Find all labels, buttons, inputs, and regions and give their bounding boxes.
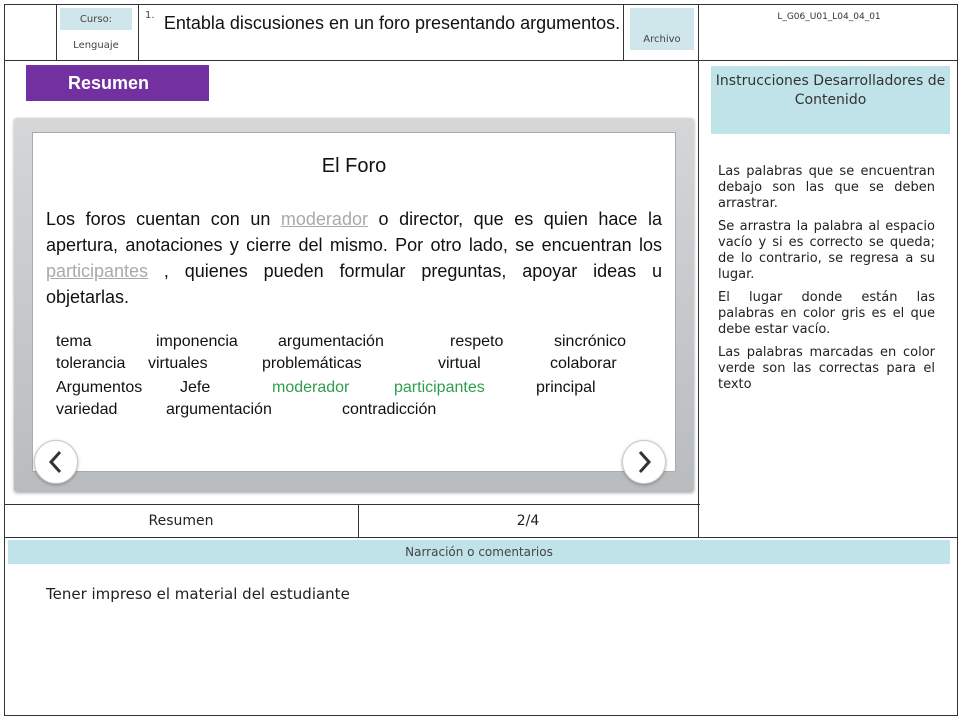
instructions-title: Instrucciones Desarrolladores de Conteni… <box>711 66 950 134</box>
next-button[interactable] <box>622 440 666 484</box>
draggable-word[interactable]: argumentación <box>166 401 272 419</box>
draggable-word-correct[interactable]: moderador <box>272 379 349 397</box>
item-number: 1. <box>145 10 155 21</box>
page-indicator: 2/4 <box>516 513 540 529</box>
chevron-right-icon <box>638 450 652 474</box>
narration-header: Narración o comentarios <box>8 540 950 564</box>
prev-button[interactable] <box>34 440 78 484</box>
curso-label: Curso: <box>60 8 132 30</box>
resource-code: L_G06_U01_L04_04_01 <box>777 12 881 22</box>
instructions-body: Las palabras que se encuentran debajo so… <box>718 164 935 400</box>
instruction-paragraph: Las palabras marcadas en color verde son… <box>718 345 935 392</box>
paragraph-text-1: Los foros cuentan con un <box>46 209 281 229</box>
draggable-word[interactable]: sincrónico <box>554 333 626 351</box>
page-title: Entabla discusiones en un foro presentan… <box>163 13 621 33</box>
slide-title: El Foro <box>321 155 387 177</box>
draggable-word-correct[interactable]: participantes <box>394 379 485 397</box>
draggable-word[interactable]: Argumentos <box>56 379 142 397</box>
drop-gap-moderador[interactable]: moderador <box>281 209 368 229</box>
narration-text: Tener impreso el material del estudiante <box>46 585 350 603</box>
draggable-word[interactable]: virtuales <box>148 355 208 373</box>
instruction-paragraph: Se arrastra la palabra al espacio vacío … <box>718 219 935 282</box>
draggable-word[interactable]: respeto <box>450 333 503 351</box>
slide-paragraph: Los foros cuentan con un moderador o dir… <box>46 206 662 310</box>
draggable-word[interactable]: argumentación <box>278 333 384 351</box>
draggable-word[interactable]: tema <box>56 333 92 351</box>
instruction-paragraph: El lugar donde están las palabras en col… <box>718 290 935 337</box>
drop-gap-participantes[interactable]: participantes <box>46 261 148 281</box>
draggable-word[interactable]: contradicción <box>342 401 436 419</box>
chevron-left-icon <box>48 450 62 474</box>
draggable-word[interactable]: virtual <box>438 355 481 373</box>
section-tag: Resumen <box>26 65 209 101</box>
instruction-paragraph: Las palabras que se encuentran debajo so… <box>718 164 935 211</box>
draggable-word[interactable]: imponencia <box>156 333 238 351</box>
curso-value: Lenguaje <box>73 40 119 51</box>
draggable-word[interactable]: variedad <box>56 401 117 419</box>
draggable-word[interactable]: Jefe <box>180 379 210 397</box>
footer-section: Resumen <box>148 513 214 529</box>
archivo-label: Archivo <box>630 8 694 50</box>
draggable-word[interactable]: problemáticas <box>262 355 362 373</box>
draggable-word[interactable]: colaborar <box>550 355 617 373</box>
draggable-word[interactable]: principal <box>536 379 596 397</box>
draggable-word[interactable]: tolerancia <box>56 355 125 373</box>
